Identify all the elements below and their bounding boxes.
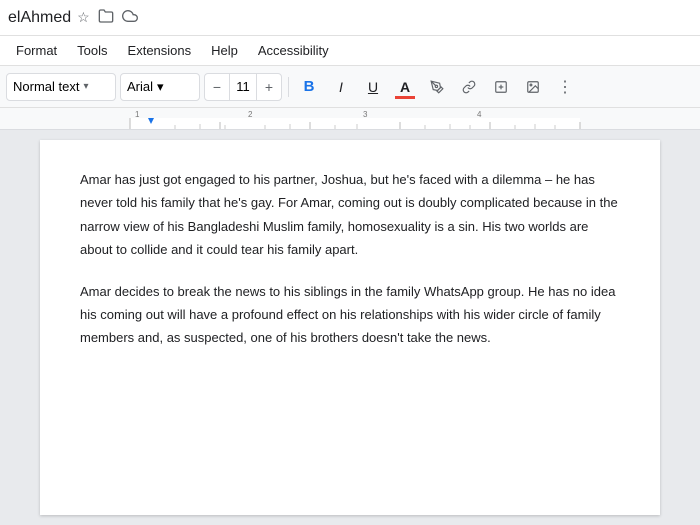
menu-format[interactable]: Format xyxy=(8,40,65,61)
insert-icon xyxy=(494,80,508,94)
image-button[interactable] xyxy=(519,73,547,101)
insert-button[interactable] xyxy=(487,73,515,101)
folder-icon[interactable] xyxy=(98,8,114,27)
font-label: Arial xyxy=(127,79,153,94)
svg-text:2: 2 xyxy=(248,110,253,119)
link-button[interactable] xyxy=(455,73,483,101)
style-label: Normal text xyxy=(13,79,79,94)
ruler: 1 2 3 4 xyxy=(0,108,700,130)
doc-paragraph-2: Amar decides to break the news to his si… xyxy=(80,280,620,350)
doc-paragraph-1: Amar has just got engaged to his partner… xyxy=(80,168,620,262)
more-options-button[interactable]: ⋮ xyxy=(551,73,579,101)
doc-page: Amar has just got engaged to his partner… xyxy=(40,140,660,515)
style-select[interactable]: Normal text ▾ xyxy=(6,73,116,101)
top-bar: elAhmed ☆ xyxy=(0,0,700,36)
image-icon xyxy=(526,80,540,94)
doc-area[interactable]: Amar has just got engaged to his partner… xyxy=(0,130,700,525)
star-icon[interactable]: ☆ xyxy=(77,9,90,26)
menu-accessibility[interactable]: Accessibility xyxy=(250,40,337,61)
menu-bar: Format Tools Extensions Help Accessibili… xyxy=(0,36,700,66)
font-size-control: − 11 + xyxy=(204,73,282,101)
svg-text:3: 3 xyxy=(363,110,368,119)
menu-help[interactable]: Help xyxy=(203,40,246,61)
font-size-decrease-button[interactable]: − xyxy=(205,73,229,101)
ruler-svg: 1 2 3 4 xyxy=(0,108,700,130)
highlight-icon xyxy=(430,80,444,94)
font-color-button[interactable]: A xyxy=(391,73,419,101)
toolbar-divider-1 xyxy=(288,77,289,97)
toolbar: Normal text ▾ Arial ▾ − 11 + B I U A xyxy=(0,66,700,108)
menu-tools[interactable]: Tools xyxy=(69,40,115,61)
cloud-icon[interactable] xyxy=(122,8,138,27)
bold-button[interactable]: B xyxy=(295,73,323,101)
font-select[interactable]: Arial ▾ xyxy=(120,73,200,101)
font-size-increase-button[interactable]: + xyxy=(257,73,281,101)
highlight-button[interactable] xyxy=(423,73,451,101)
svg-text:4: 4 xyxy=(477,110,482,119)
italic-button[interactable]: I xyxy=(327,73,355,101)
top-bar-icons: ☆ xyxy=(77,8,138,27)
underline-button[interactable]: U xyxy=(359,73,387,101)
link-icon xyxy=(462,80,476,94)
font-size-value[interactable]: 11 xyxy=(229,74,257,100)
font-color-indicator xyxy=(395,96,415,99)
menu-extensions[interactable]: Extensions xyxy=(120,40,200,61)
font-color-label: A xyxy=(400,79,410,95)
doc-title: elAhmed xyxy=(8,9,71,27)
font-chevron-icon: ▾ xyxy=(157,79,164,95)
svg-text:1: 1 xyxy=(135,110,140,119)
style-chevron-icon: ▾ xyxy=(83,81,88,92)
